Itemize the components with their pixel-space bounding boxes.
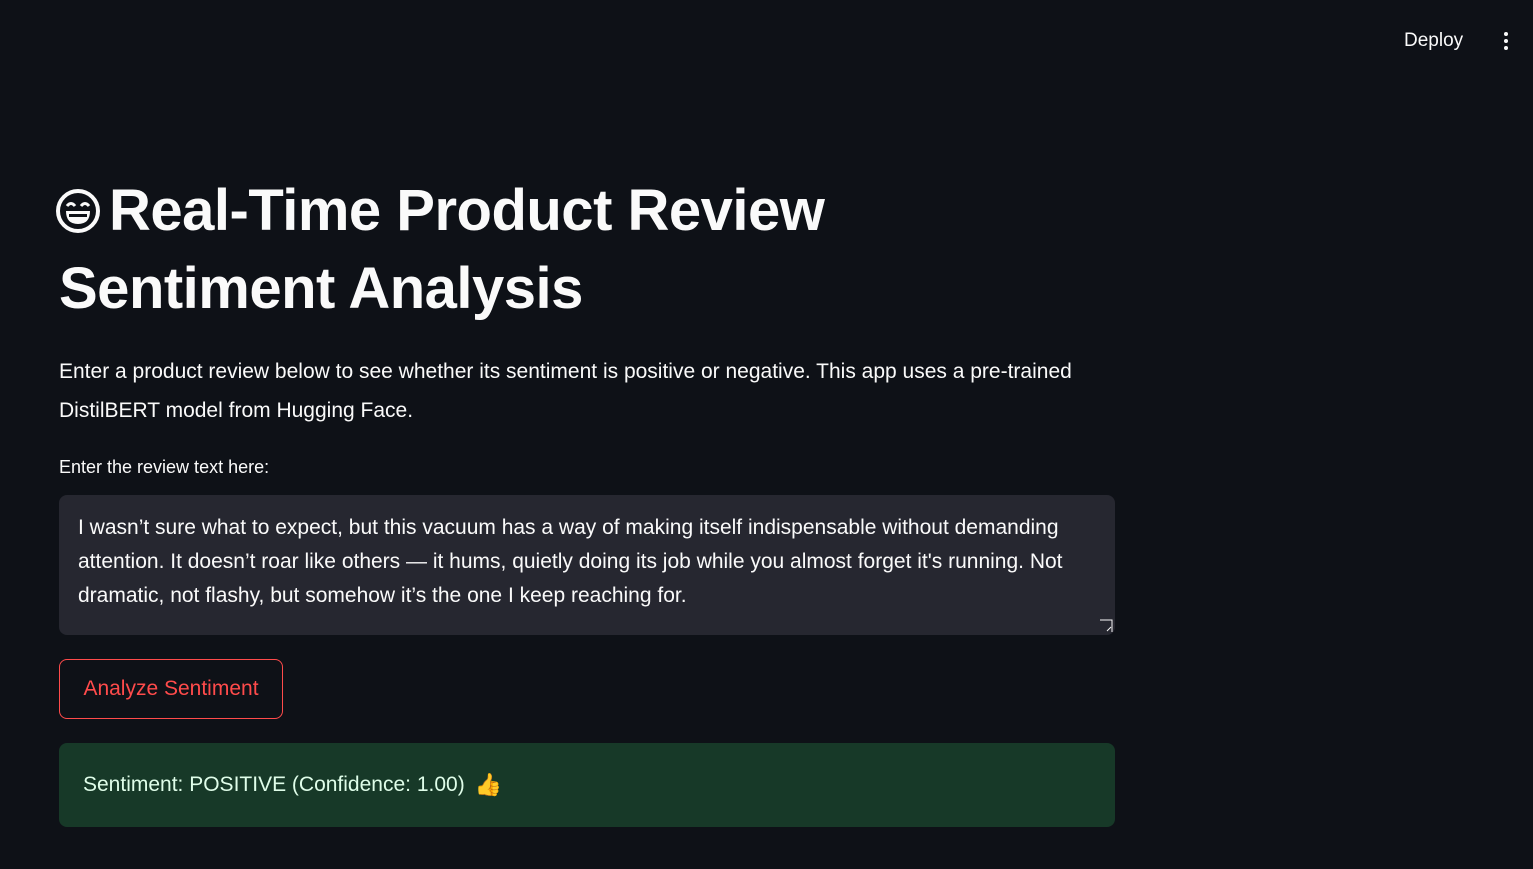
sentiment-result-alert: Sentiment: POSITIVE (Confidence: 1.00) 👍 xyxy=(59,743,1115,827)
grinning-face-icon xyxy=(56,189,100,233)
resize-handle-icon[interactable] xyxy=(1099,619,1113,633)
sentiment-result-text: Sentiment: POSITIVE (Confidence: 1.00) xyxy=(83,773,465,796)
kebab-menu-icon[interactable] xyxy=(1494,29,1518,53)
page-title-text: Real-Time Product Review Sentiment Analy… xyxy=(59,178,825,321)
page-title: Real-Time Product Review Sentiment Analy… xyxy=(56,172,959,328)
app-header: Deploy xyxy=(0,0,1533,80)
review-textarea[interactable]: I wasn’t sure what to expect, but this v… xyxy=(59,495,1115,635)
analyze-sentiment-button[interactable]: Analyze Sentiment xyxy=(59,659,283,719)
page-description: Enter a product review below to see whet… xyxy=(59,360,1072,422)
thumbs-up-icon: 👍 xyxy=(474,772,503,797)
review-input-label: Enter the review text here: xyxy=(59,457,270,477)
deploy-button[interactable]: Deploy xyxy=(1394,28,1473,54)
